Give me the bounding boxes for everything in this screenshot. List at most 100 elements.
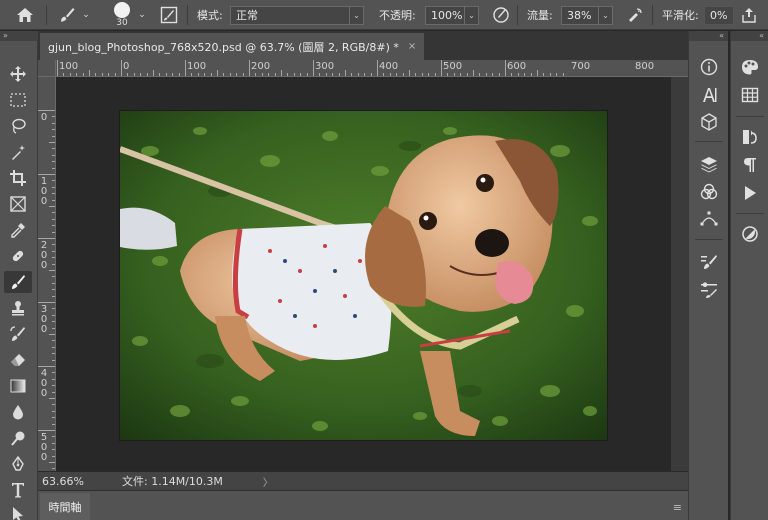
pen-tool[interactable] bbox=[4, 453, 32, 475]
ruler-tick bbox=[165, 73, 167, 76]
ruler-tick bbox=[364, 73, 366, 76]
brush-size-picker[interactable]: 30 bbox=[108, 0, 136, 30]
swatches-grid-icon[interactable] bbox=[738, 84, 762, 106]
horizontal-ruler[interactable]: 100 0 100 200 300 400 500 600 700 800 bbox=[56, 60, 688, 77]
crop-tool[interactable] bbox=[4, 167, 32, 189]
ruler-tick bbox=[52, 244, 55, 246]
panel-dock-1-expand[interactable]: « bbox=[689, 31, 728, 41]
smoothing-input[interactable]: 0% bbox=[704, 5, 734, 25]
info-icon[interactable] bbox=[697, 56, 721, 78]
paragraph-icon[interactable] bbox=[738, 154, 762, 176]
ruler-tick bbox=[409, 70, 410, 76]
stamp-tool[interactable] bbox=[4, 297, 32, 319]
channels-icon[interactable] bbox=[697, 181, 721, 203]
paths-icon[interactable] bbox=[697, 208, 721, 230]
share-icon[interactable] bbox=[738, 4, 760, 26]
zoom-level[interactable]: 63.66% bbox=[38, 475, 88, 488]
home-icon[interactable] bbox=[14, 4, 36, 26]
vertical-scrollbar[interactable] bbox=[671, 77, 688, 471]
layers-icon[interactable] bbox=[697, 153, 721, 175]
timeline-panel: 時間軸 ≡ bbox=[38, 490, 688, 520]
chevron-down-icon[interactable]: ⌄ bbox=[599, 5, 613, 25]
type-icon bbox=[12, 483, 24, 498]
ruler-tick bbox=[57, 60, 58, 76]
ruler-tick bbox=[52, 327, 55, 329]
brush-settings-icon[interactable] bbox=[697, 251, 721, 273]
healing-brush-tool[interactable] bbox=[4, 245, 32, 267]
ruler-tick bbox=[82, 73, 84, 76]
crop-icon bbox=[10, 170, 26, 186]
chevron-down-icon[interactable]: ⌄ bbox=[136, 4, 148, 26]
play-icon[interactable] bbox=[738, 182, 762, 204]
dodge-tool[interactable] bbox=[4, 427, 32, 449]
ruler-label: 800 bbox=[635, 61, 655, 72]
frame-tool[interactable] bbox=[4, 193, 32, 215]
ruler-tick bbox=[52, 378, 55, 380]
eraser-tool[interactable] bbox=[4, 349, 32, 371]
ruler-label: 0 bbox=[123, 61, 130, 72]
ruler-tick bbox=[441, 60, 442, 76]
ruler-tick bbox=[52, 295, 55, 297]
mode-select[interactable]: 正常 bbox=[230, 5, 350, 25]
close-icon[interactable]: × bbox=[408, 41, 416, 52]
toolbar-collapse-strip[interactable]: » bbox=[0, 31, 38, 41]
ruler-label: 400 bbox=[379, 61, 399, 72]
lasso-icon bbox=[12, 118, 26, 134]
options-bar: ⌄ 30 ⌄ 模式: 正常 ⌄ 不透明: 100% ⌄ 流量: 38% ⌄ 平滑… bbox=[0, 0, 768, 30]
ruler-tick bbox=[140, 73, 142, 76]
chevron-down-icon[interactable]: ⌄ bbox=[350, 5, 364, 25]
document-tab[interactable]: gjun_blog_Photoshop_768x520.psd @ 63.7% … bbox=[40, 33, 425, 60]
brush-tool[interactable] bbox=[4, 271, 32, 293]
character-icon[interactable] bbox=[697, 84, 721, 106]
opacity-label: 不透明: bbox=[379, 9, 416, 22]
brush-presets-icon[interactable] bbox=[697, 279, 721, 301]
brush-preset-icon[interactable] bbox=[56, 4, 78, 26]
document-image[interactable] bbox=[119, 110, 608, 441]
ruler-tick bbox=[249, 60, 250, 76]
ruler-tick bbox=[133, 73, 135, 76]
ruler-tick bbox=[76, 73, 78, 76]
move-tool[interactable] bbox=[4, 63, 32, 85]
ruler-tick bbox=[52, 135, 55, 137]
ruler-tick bbox=[300, 73, 302, 76]
gradient-tool[interactable] bbox=[4, 375, 32, 397]
ruler-tick bbox=[485, 73, 487, 76]
blur-tool[interactable] bbox=[4, 401, 32, 423]
pressure-opacity-icon[interactable] bbox=[490, 4, 512, 26]
magic-wand-tool[interactable] bbox=[4, 141, 32, 163]
adjustments-icon[interactable] bbox=[738, 223, 762, 245]
dodge-icon bbox=[11, 431, 25, 446]
brush-panel-toggle-icon[interactable] bbox=[158, 4, 180, 26]
ruler-tick bbox=[49, 270, 55, 271]
ruler-origin[interactable] bbox=[38, 60, 56, 77]
marquee-tool[interactable] bbox=[4, 89, 32, 111]
eyedropper-tool[interactable] bbox=[4, 219, 32, 241]
lasso-tool[interactable] bbox=[4, 115, 32, 137]
color-palette-icon[interactable] bbox=[738, 56, 762, 78]
type-tool[interactable] bbox=[4, 479, 32, 501]
timeline-tab[interactable]: 時間軸 bbox=[40, 493, 90, 520]
flow-input[interactable]: 38% bbox=[561, 5, 599, 25]
chevron-down-icon[interactable]: ⌄ bbox=[465, 5, 479, 25]
3d-icon[interactable] bbox=[697, 111, 721, 133]
panel-dock-2-expand[interactable]: « bbox=[731, 31, 768, 41]
history-icon[interactable] bbox=[738, 126, 762, 148]
ruler-tick bbox=[52, 225, 55, 227]
vertical-ruler[interactable]: 0100200300400500 bbox=[38, 77, 56, 471]
ruler-tick bbox=[293, 73, 295, 76]
ruler-tick bbox=[52, 148, 55, 150]
ruler-tick bbox=[52, 314, 55, 316]
history-brush-tool[interactable] bbox=[4, 323, 32, 345]
ruler-tick bbox=[52, 116, 55, 118]
opacity-input[interactable]: 100% bbox=[425, 5, 465, 25]
status-menu-arrow-icon[interactable]: 〉 bbox=[263, 474, 273, 489]
panel-menu-icon[interactable]: ≡ bbox=[673, 501, 682, 514]
ruler-tick bbox=[38, 110, 55, 111]
ruler-label: 0 bbox=[40, 324, 48, 335]
ruler-tick bbox=[52, 161, 55, 163]
ruler-tick bbox=[236, 73, 238, 76]
path-selection-tool[interactable] bbox=[4, 503, 32, 520]
airbrush-icon[interactable] bbox=[624, 4, 646, 26]
chevron-down-icon[interactable]: ⌄ bbox=[80, 4, 92, 26]
ruler-tick bbox=[345, 70, 346, 76]
